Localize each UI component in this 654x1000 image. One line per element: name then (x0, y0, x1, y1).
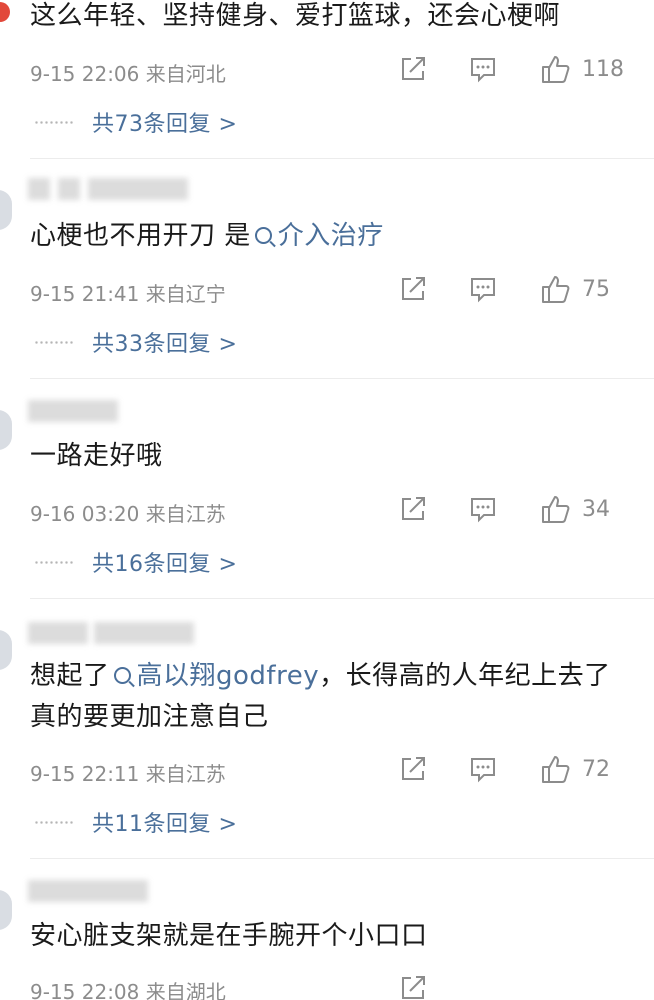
comment-text: 一路走好哦 (30, 441, 163, 471)
replies-row[interactable]: 共73条回复 > (34, 106, 237, 138)
comment-actions: 75 (398, 273, 628, 305)
comment-icon (468, 54, 498, 84)
divider (30, 858, 654, 859)
like-button[interactable]: 72 (540, 753, 610, 785)
divider (30, 598, 654, 599)
share-icon (398, 754, 428, 784)
username[interactable] (28, 880, 198, 902)
comment-button[interactable] (468, 753, 498, 785)
comment-meta: 9-15 22:11 来自江苏 (30, 762, 226, 786)
dots-divider (34, 120, 74, 124)
view-replies-link[interactable]: 共73条回复 > (92, 106, 237, 138)
avatar[interactable] (0, 2, 10, 22)
replies-row[interactable]: 共16条回复 > (34, 546, 237, 578)
search-icon (254, 227, 272, 244)
comment-icon (468, 754, 498, 784)
username[interactable] (28, 622, 198, 644)
like-count: 118 (582, 56, 624, 82)
view-replies-link[interactable]: 共16条回复 > (92, 546, 237, 578)
like-button[interactable]: 118 (540, 53, 624, 85)
comment-actions: 34 (398, 493, 628, 525)
comment-meta: 9-15 21:41 来自辽宁 (30, 282, 226, 306)
replies-row[interactable]: 共11条回复 > (34, 806, 237, 838)
like-count: 34 (582, 496, 610, 522)
comment-text: 心梗也不用开刀 是介入治疗 (30, 221, 384, 251)
thumbs-up-icon (540, 753, 572, 785)
share-icon (398, 54, 428, 84)
comment-icon (468, 274, 498, 304)
comment-meta: 9-16 03:20 来自江苏 (30, 502, 226, 526)
topic-link[interactable]: 介入治疗 (251, 221, 384, 251)
avatar[interactable] (0, 410, 12, 450)
divider (30, 378, 654, 379)
share-icon (398, 274, 428, 304)
comment-meta: 9-15 22:08 来自湖北 (30, 980, 226, 1000)
comment-actions: 118 (398, 53, 628, 85)
comment-button[interactable] (468, 493, 498, 525)
comment-text: 安心脏支架就是在手腕开个小口口 (30, 921, 428, 951)
thumbs-up-icon (540, 493, 572, 525)
dots-divider (34, 560, 74, 564)
username[interactable] (28, 178, 198, 200)
avatar[interactable] (0, 190, 12, 230)
avatar[interactable] (0, 630, 12, 670)
share-button[interactable] (398, 753, 428, 785)
search-icon (113, 667, 131, 684)
share-button[interactable] (398, 273, 428, 305)
comment-actions: 72 (398, 753, 628, 785)
topic-link[interactable]: 高以翔godfrey (110, 661, 320, 691)
dots-divider (34, 340, 74, 344)
share-icon (398, 973, 428, 1000)
like-count: 72 (582, 756, 610, 782)
view-replies-link[interactable]: 共33条回复 > (92, 326, 237, 358)
comment-text: 这么年轻、坚持健身、爱打篮球，还会心梗啊 (30, 1, 561, 31)
like-button[interactable]: 34 (540, 493, 610, 525)
dots-divider (34, 820, 74, 824)
thumbs-up-icon (540, 273, 572, 305)
thumbs-up-icon (540, 53, 572, 85)
comment-button[interactable] (468, 273, 498, 305)
comment-icon (468, 494, 498, 524)
like-count: 75 (582, 276, 610, 302)
comment-button[interactable] (468, 53, 498, 85)
share-button[interactable] (398, 493, 428, 525)
share-button[interactable] (398, 53, 428, 85)
divider (30, 158, 654, 159)
view-replies-link[interactable]: 共11条回复 > (92, 806, 237, 838)
comment-meta: 9-15 22:06 来自河北 (30, 62, 226, 86)
like-button[interactable]: 75 (540, 273, 610, 305)
share-icon (398, 494, 428, 524)
comment-text: 想起了 高以翔godfrey，长得高的人年纪上去了真的要更加注意自己 (30, 661, 611, 732)
avatar[interactable] (0, 890, 12, 930)
replies-row[interactable]: 共33条回复 > (34, 326, 237, 358)
share-button[interactable] (398, 972, 428, 1000)
username[interactable] (28, 400, 198, 422)
comment-actions (398, 972, 628, 1000)
